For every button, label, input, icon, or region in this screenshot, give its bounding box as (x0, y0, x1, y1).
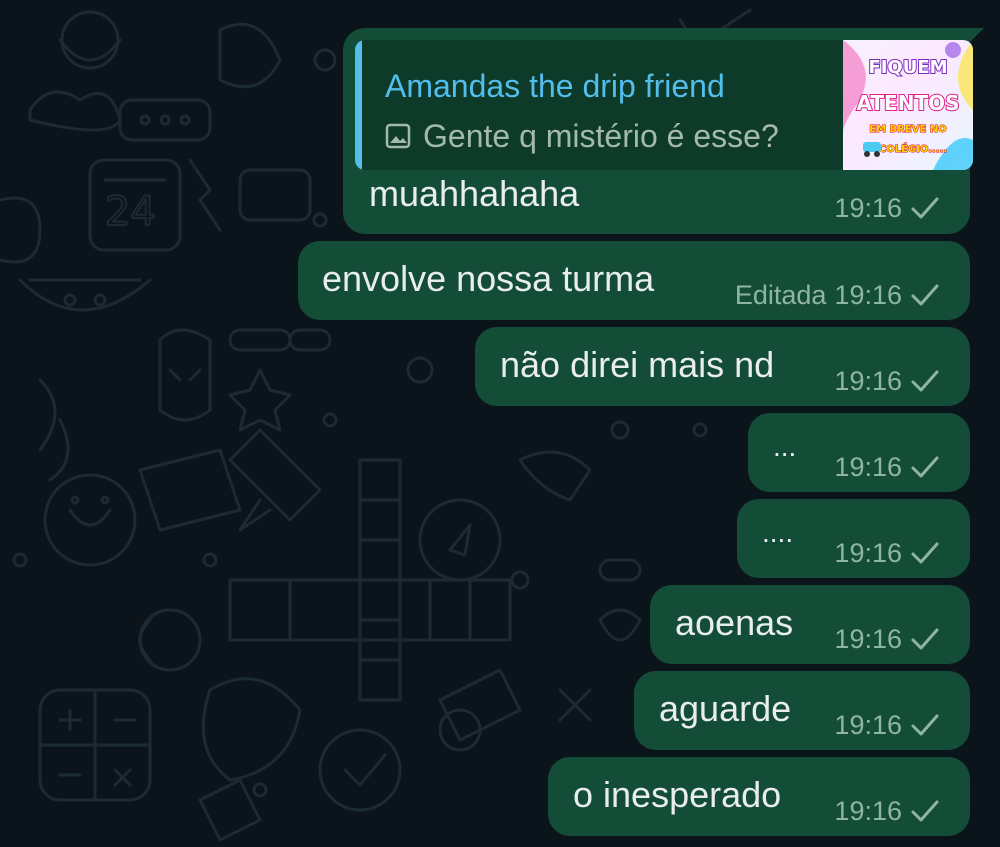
message-bubble-6[interactable]: aoenas 19:16 (650, 585, 970, 664)
single-check-icon (911, 456, 939, 478)
message-time: 19:16 (834, 796, 902, 826)
single-check-icon (911, 542, 939, 564)
message-meta: 19:16 (834, 624, 940, 654)
image-icon (385, 123, 411, 149)
message-meta: Editada 19:16 (735, 280, 940, 310)
edited-label: Editada (734, 280, 827, 310)
message-time: 19:16 (834, 538, 902, 568)
message-text: envolve nossa turma (322, 258, 655, 299)
message-time: 19:16 (834, 280, 902, 310)
single-check-icon (911, 714, 939, 736)
single-check-icon (911, 628, 939, 650)
message-time: 19:16 (834, 193, 902, 223)
quote-accent-bar (355, 40, 362, 170)
single-check-icon (911, 370, 939, 392)
message-text: muahhahaha (369, 173, 580, 214)
thumbnail-line-3: EM BREVE NO (869, 124, 946, 135)
message-text: ... (773, 431, 797, 462)
single-check-icon (911, 197, 939, 219)
message-bubble-5[interactable]: .... 19:16 (737, 499, 970, 578)
quote-author: Amandas the drip friend (385, 68, 725, 104)
message-meta: 19:16 (834, 796, 940, 826)
thumbnail-line-2: ATENTOS (856, 91, 959, 115)
message-time: 19:16 (834, 710, 902, 740)
thumbnail-line-4: COLÉGIO..... (879, 142, 947, 155)
single-check-icon (911, 800, 939, 822)
quote-text: Gente q mistério é esse? (423, 118, 779, 154)
message-text: .... (762, 517, 794, 548)
chat-conversation: Amandas the drip friend Gente q mistério… (0, 0, 1000, 847)
message-bubble-7[interactable]: aguarde 19:16 (634, 671, 970, 750)
message-time: 19:16 (834, 366, 902, 396)
message-text: aoenas (675, 602, 794, 643)
message-meta: 19:16 (834, 710, 940, 740)
message-text: aguarde (659, 688, 792, 729)
message-meta: 19:16 (834, 538, 940, 568)
quoted-reply[interactable]: Amandas the drip friend Gente q mistério… (355, 40, 973, 170)
message-meta: 19:16 (834, 193, 940, 223)
message-time: 19:16 (834, 624, 902, 654)
quote-thumbnail[interactable]: FIQUEM ATENTOS EM BREVE NO COLÉGIO..... (843, 40, 973, 170)
thumbnail-graphic: FIQUEM ATENTOS EM BREVE NO COLÉGIO..... (843, 40, 973, 170)
message-meta: 19:16 (834, 366, 940, 396)
single-check-icon (911, 284, 939, 306)
message-text: não direi mais nd (500, 344, 775, 385)
quote-preview: Gente q mistério é esse? (385, 118, 779, 154)
message-meta: 19:16 (834, 452, 940, 482)
message-bubble-4[interactable]: ... 19:16 (748, 413, 970, 492)
message-bubble-8[interactable]: o inesperado 19:16 (548, 757, 970, 836)
thumbnail-line-1: FIQUEM (868, 57, 947, 78)
message-bubble-3[interactable]: não direi mais nd 19:16 (475, 327, 970, 406)
message-time: 19:16 (834, 452, 902, 482)
message-text: o inesperado (573, 774, 782, 815)
message-bubble-2[interactable]: envolve nossa turma Editada 19:16 (298, 241, 970, 320)
message-bubble-1[interactable]: Amandas the drip friend Gente q mistério… (343, 28, 984, 234)
